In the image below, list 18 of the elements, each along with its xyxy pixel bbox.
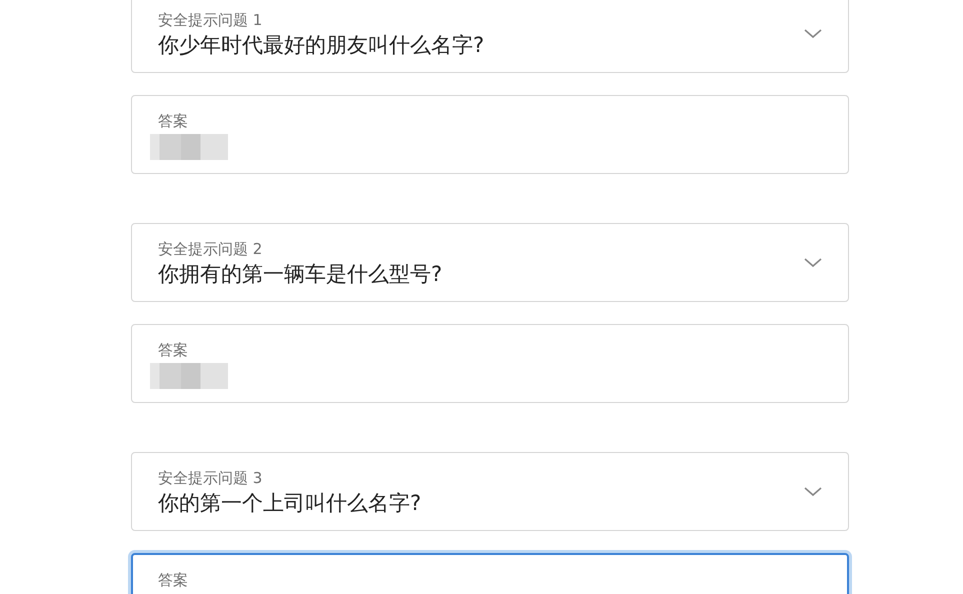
answer-field[interactable]: 答案 [131,95,849,174]
field-label: 安全提示问题 1 [158,11,264,29]
selected-question: 你的第一个上司叫什么名字? [158,490,422,517]
field-label: 答案 [158,341,189,359]
chevron-down-icon [804,29,822,39]
answer-field[interactable]: 答案 [131,324,849,403]
question-select[interactable]: 安全提示问题 1 你少年时代最好的朋友叫什么名字? [131,0,849,73]
answer-field[interactable]: 答案 [131,553,849,594]
chevron-down-icon [804,487,822,497]
field-label: 安全提示问题 2 [158,240,264,258]
field-label: 答案 [158,571,189,589]
selected-question: 你拥有的第一辆车是什么型号? [158,261,444,288]
selected-question: 你少年时代最好的朋友叫什么名字? [158,32,486,59]
question-select[interactable]: 安全提示问题 3 你的第一个上司叫什么名字? [131,452,849,531]
field-label: 答案 [158,112,189,130]
field-label: 安全提示问题 3 [158,469,264,487]
question-select[interactable]: 安全提示问题 2 你拥有的第一辆车是什么型号? [131,223,849,302]
chevron-down-icon [804,258,822,268]
